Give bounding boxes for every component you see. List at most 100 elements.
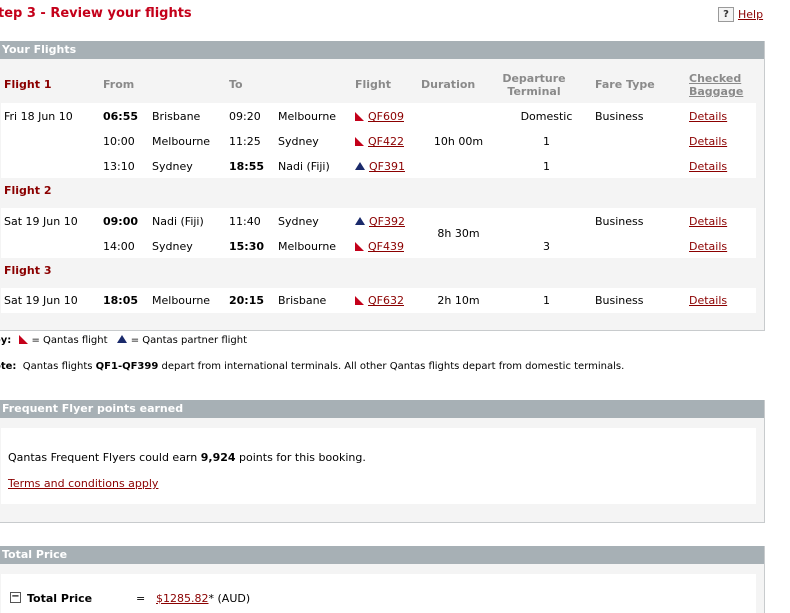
flight-duration: 10h 00m [433, 135, 484, 148]
frequent-flyer-body: Qantas Frequent Flyers could earn 9,924 … [1, 428, 756, 504]
total-price-equals: = [136, 592, 146, 605]
total-price-body: − Total Price = $1285.82* (AUD) [1, 574, 756, 613]
details-link[interactable]: Details [689, 294, 727, 307]
qantas-flight-icon [355, 112, 364, 121]
leg-terminal: Domestic [520, 110, 573, 123]
leg-terminal: 1 [543, 135, 550, 148]
note-prefix: ote: [0, 361, 17, 372]
leg-terminal: 3 [543, 240, 550, 253]
frequent-flyer-header: Frequent Flyer points earned [0, 400, 764, 418]
help-icon[interactable]: ? [718, 7, 734, 22]
flight-number-link[interactable]: QF609 [368, 110, 404, 123]
leg-fare-type: Business [595, 215, 644, 228]
qantas-flight-icon [355, 137, 364, 146]
frequent-flyer-panel: Frequent Flyer points earned Qantas Freq… [0, 400, 765, 523]
flight-number-link[interactable]: QF439 [368, 240, 404, 253]
key-prefix: ey: [0, 335, 12, 346]
col-departure-terminal: Departure Terminal [499, 72, 569, 98]
leg-flight: QF392 [355, 215, 405, 228]
leg-dep-time: 13:10 [103, 160, 135, 173]
leg-terminal: 1 [543, 294, 550, 307]
leg-dep-time: 14:00 [103, 240, 135, 253]
details-link[interactable]: Details [689, 110, 727, 123]
total-price-label: Total Price [27, 592, 93, 605]
col-fare-type: Fare Type [595, 78, 655, 91]
ff-text-after: points for this booking. [239, 451, 366, 464]
leg-from: Nadi (Fiji) [152, 215, 204, 228]
col-duration: Duration [421, 78, 476, 91]
col-checked-baggage-line1: Checked [689, 72, 742, 85]
col-departure-terminal-line2: Terminal [507, 85, 561, 98]
col-checked-baggage-line2: Baggage [689, 85, 744, 98]
flight-number-link[interactable]: QF392 [369, 215, 405, 228]
flight-2-block: Sat 19 Jun 10 09:00 Nadi (Fiji) 11:40 Sy… [1, 208, 756, 258]
flight-duration: 2h 10m [437, 294, 480, 307]
your-flights-panel: Your Flights Flight 1 From To Flight Dur… [0, 41, 765, 331]
col-flight: Flight [355, 78, 392, 91]
total-price-header: Total Price [0, 546, 764, 564]
flight-key: ey: = Qantas flight = Qantas partner fli… [0, 335, 247, 346]
leg-from: Sydney [152, 240, 193, 253]
leg-to: Sydney [278, 135, 319, 148]
flight-number-link[interactable]: QF391 [369, 160, 405, 173]
leg-dep-time: 09:00 [103, 215, 139, 228]
total-price-suffix: * (AUD) [208, 592, 251, 605]
help-link[interactable]: Help [738, 8, 763, 21]
total-price-panel: Total Price − Total Price = $1285.82* (A… [0, 546, 765, 613]
flight-number-link[interactable]: QF632 [368, 294, 404, 307]
flight-number-link[interactable]: QF422 [368, 135, 404, 148]
total-price-value: $1285.82* (AUD) [156, 592, 250, 605]
total-price-amount[interactable]: $1285.82 [156, 592, 209, 605]
flight-3-block: Sat 19 Jun 10 18:05 Melbourne 20:15 Bris… [1, 288, 756, 313]
leg-date: Sat 19 Jun 10 [4, 215, 78, 228]
leg-dep-time: 10:00 [103, 135, 135, 148]
leg-dep-time: 06:55 [103, 110, 139, 123]
col-checked-baggage[interactable]: Checked Baggage [689, 72, 743, 98]
flight-duration: 8h 30m [437, 227, 480, 240]
page-title: tep 3 - Review your flights [0, 6, 192, 21]
leg-flight: QF632 [355, 294, 404, 307]
partner-flight-icon [116, 335, 127, 343]
leg-arr-time: 09:20 [229, 110, 261, 123]
details-link[interactable]: Details [689, 215, 727, 228]
details-link[interactable]: Details [689, 135, 727, 148]
help: ? Help [718, 7, 763, 22]
flight-3-label: Flight 3 [4, 264, 52, 277]
partner-flight-icon [355, 162, 365, 170]
qantas-flight-icon [355, 242, 364, 251]
your-flights-header: Your Flights [0, 41, 764, 59]
leg-flight: QF391 [355, 160, 405, 173]
ff-text-before: Qantas Frequent Flyers could earn [8, 451, 198, 464]
leg-flight: QF439 [355, 240, 404, 253]
col-departure-terminal-line1: Departure [502, 72, 566, 85]
qantas-flight-icon [18, 335, 28, 344]
col-to: To [229, 78, 243, 91]
leg-from: Melbourne [152, 294, 211, 307]
leg-arr-time: 20:15 [229, 294, 265, 307]
terminal-note: ote: Qantas flights QF1-QF399 depart fro… [0, 361, 624, 372]
leg-terminal: 1 [543, 160, 550, 173]
details-link[interactable]: Details [689, 240, 727, 253]
leg-to: Nadi (Fiji) [278, 160, 330, 173]
ff-points-text: Qantas Frequent Flyers could earn 9,924 … [8, 451, 366, 464]
terms-link[interactable]: Terms and conditions apply [8, 477, 158, 490]
leg-flight: QF609 [355, 110, 404, 123]
leg-from: Melbourne [152, 135, 211, 148]
flight-1-label: Flight 1 [4, 78, 52, 91]
leg-to: Sydney [278, 215, 319, 228]
leg-arr-time: 11:40 [229, 215, 261, 228]
leg-to: Melbourne [278, 240, 337, 253]
leg-date: Sat 19 Jun 10 [4, 294, 78, 307]
leg-arr-time: 15:30 [229, 240, 265, 253]
leg-from: Sydney [152, 160, 193, 173]
leg-to: Melbourne [278, 110, 337, 123]
note-text-after: depart from international terminals. All… [161, 361, 625, 372]
leg-dep-time: 18:05 [103, 294, 139, 307]
qantas-flight-icon [355, 296, 364, 305]
collapse-icon[interactable]: − [10, 592, 21, 603]
flight-1-block: Fri 18 Jun 10 06:55 Brisbane 09:20 Melbo… [1, 103, 756, 178]
key-partner-label: = Qantas partner flight [130, 335, 248, 346]
col-from: From [103, 78, 135, 91]
details-link[interactable]: Details [689, 160, 727, 173]
note-text-before: Qantas flights [22, 361, 93, 372]
